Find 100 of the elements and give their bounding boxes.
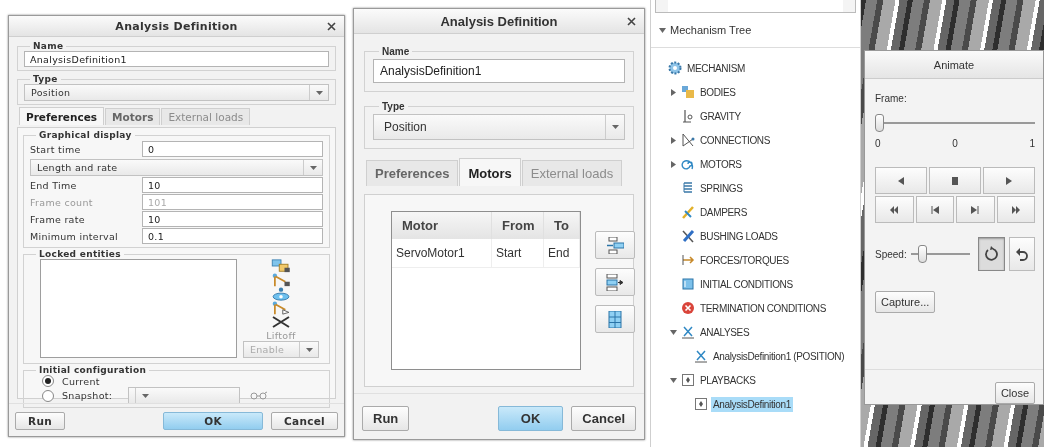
entity-list[interactable] (40, 259, 237, 358)
tree-item[interactable]: GRAVITY (698, 108, 743, 124)
panel-title: Mechanism Tree (670, 24, 752, 36)
play-box-icon (681, 373, 695, 387)
tool-button[interactable] (594, 268, 635, 296)
tree-item[interactable]: SPRINGS (698, 180, 745, 196)
close-icon[interactable] (627, 16, 636, 26)
tree-item[interactable]: FORCES/TORQUES (698, 252, 791, 268)
tree-item[interactable]: AnalysisDefinition1 (POSITION) (711, 348, 847, 364)
tool-button[interactable] (594, 231, 635, 259)
disc-icon[interactable] (270, 287, 292, 301)
grid-arrow-icon (605, 273, 624, 291)
dialog-button[interactable]: OK (163, 412, 263, 430)
gear-icon (668, 61, 682, 75)
tree-item[interactable]: CONNECTIONS (698, 132, 773, 148)
number-field[interactable]: 10 (142, 211, 323, 227)
capture-button[interactable]: Capture... (875, 291, 936, 313)
stop-icon (950, 175, 960, 186)
expand-arrow-icon[interactable] (669, 160, 677, 168)
caret-icon (309, 165, 317, 170)
collapse-arrow-icon[interactable] (669, 376, 677, 384)
dialog-button[interactable]: Run (362, 406, 410, 431)
radio-button[interactable]: Snapshot: (42, 389, 113, 402)
link-icon[interactable] (270, 273, 292, 287)
repeat-toggle[interactable] (1008, 237, 1035, 271)
number-field[interactable]: 0 (142, 141, 323, 157)
play-box-icon (694, 397, 708, 411)
field-label: Frame rate (30, 213, 86, 225)
field-label: Speed: (875, 248, 907, 260)
tree-item[interactable]: MECHANISM (685, 60, 747, 76)
blocks-icon[interactable] (270, 259, 292, 273)
tick-label: 1 (1029, 138, 1035, 149)
table-cell: End (544, 239, 580, 268)
dialog-button[interactable]: OK (497, 406, 564, 431)
play-icon (1004, 175, 1014, 186)
field-label: Start time (30, 143, 82, 155)
tab[interactable]: Preferences (366, 160, 459, 186)
tab[interactable]: Motors (459, 158, 521, 186)
tree-item[interactable]: INITIAL CONDITIONS (698, 276, 795, 292)
caret-icon (611, 125, 619, 129)
dialog-button[interactable]: Cancel (571, 406, 636, 431)
cross-icon[interactable] (272, 315, 290, 329)
step-back-icon (929, 204, 940, 215)
glasses-icon[interactable] (250, 391, 269, 400)
dialog-button[interactable]: Run (15, 412, 65, 430)
tree-item[interactable]: AnalysisDefinition1 (711, 396, 793, 412)
group-label: Type (32, 74, 59, 84)
type-dropdown[interactable]: Position (373, 114, 625, 140)
arrow-icon (681, 253, 695, 267)
playback-button[interactable] (996, 196, 1035, 223)
slider-thumb[interactable] (918, 245, 928, 263)
close-icon[interactable] (327, 21, 336, 31)
tree-item[interactable]: DAMPERS (698, 204, 749, 220)
type-dropdown[interactable]: Position (24, 84, 329, 101)
dialog-title: Animate (933, 58, 975, 71)
plumb-line-icon (681, 109, 695, 123)
tree-item[interactable]: TERMINATION CONDITIONS (698, 300, 828, 316)
collapse-arrow-icon[interactable] (669, 328, 677, 336)
liftoff-label: Liftoff (266, 330, 296, 341)
tree-item[interactable]: ANALYSES (698, 324, 752, 340)
expand-arrow-icon[interactable] (669, 136, 677, 144)
reverse-play-icon (896, 175, 906, 186)
group-label: Name (381, 46, 411, 57)
coil-icon (681, 181, 695, 195)
insert-grid-icon (605, 236, 624, 254)
step-forward-icon (970, 204, 981, 215)
damper-icon (681, 205, 695, 219)
tree-item[interactable]: MOTORS (698, 156, 744, 172)
expand-arrow-icon[interactable] (669, 88, 677, 96)
radio-button[interactable]: Current (42, 375, 100, 387)
dialog-button[interactable]: Cancel (271, 412, 338, 430)
mode-dropdown[interactable]: Length and rate (30, 159, 323, 176)
name-field[interactable]: AnalysisDefinition1 (373, 59, 625, 83)
playback-button[interactable] (875, 196, 914, 223)
tree-item[interactable]: BODIES (698, 84, 738, 100)
repeat-toggle[interactable] (978, 237, 1005, 271)
close-button[interactable]: Close (994, 382, 1035, 404)
slider-thumb[interactable] (875, 114, 884, 132)
tab[interactable]: Preferences (19, 107, 105, 125)
field-label: End Time (30, 179, 78, 191)
group-label: Initial configuration (38, 365, 148, 375)
tab[interactable]: Motors (105, 108, 161, 125)
number-field[interactable]: 0.1 (142, 228, 323, 244)
column-header[interactable]: Motor (392, 212, 492, 239)
tick-label: 0 (875, 138, 881, 149)
group-label: Graphical display (38, 130, 133, 140)
group-label: Name (32, 41, 65, 51)
number-field[interactable]: 10 (142, 177, 323, 193)
horizontal-scrollbar[interactable] (655, 0, 856, 13)
playback-button[interactable] (929, 167, 981, 194)
name-field[interactable]: AnalysisDefinition1 (24, 51, 329, 67)
tool-button[interactable] (594, 305, 635, 333)
column-header[interactable]: To (544, 212, 580, 239)
playback-button[interactable] (956, 196, 995, 223)
playback-button[interactable] (915, 196, 954, 223)
collapse-arrow-icon[interactable] (659, 26, 666, 34)
column-header[interactable]: From (492, 212, 544, 239)
tree-item[interactable]: PLAYBACKS (698, 372, 758, 388)
caret-icon (315, 90, 323, 95)
tree-item[interactable]: BUSHING LOADS (698, 228, 780, 244)
